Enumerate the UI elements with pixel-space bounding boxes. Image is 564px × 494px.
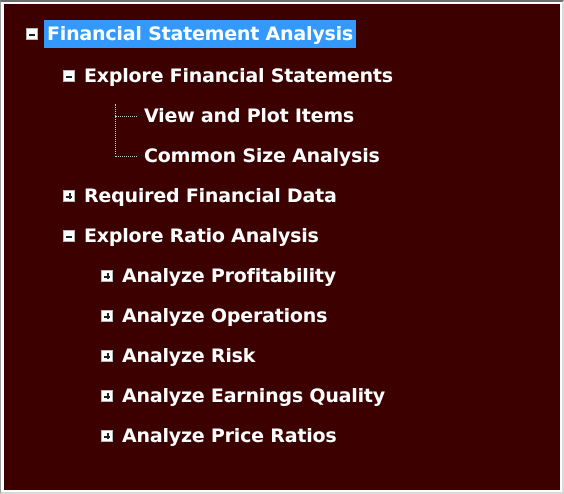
tree-node-analyze-profitability[interactable]: Analyze Profitability	[101, 261, 339, 291]
collapse-icon[interactable]	[63, 70, 75, 82]
expand-icon[interactable]	[101, 390, 113, 402]
tree-node-explore-ratio-analysis[interactable]: Explore Ratio Analysis	[63, 221, 322, 251]
expand-icon[interactable]	[101, 270, 113, 282]
tree-view[interactable]: Financial Statement Analysis Explore Fin…	[4, 4, 560, 490]
tree-node-analyze-operations[interactable]: Analyze Operations	[101, 301, 330, 331]
tree-node-label[interactable]: View and Plot Items	[141, 102, 357, 130]
collapse-icon[interactable]	[63, 230, 75, 242]
tree-node-label[interactable]: Analyze Operations	[119, 302, 330, 330]
tree-node-explore-financial-statements[interactable]: Explore Financial Statements	[63, 61, 396, 91]
tree-node-label[interactable]: Required Financial Data	[81, 182, 340, 210]
tree-node-financial-statement-analysis[interactable]: Financial Statement Analysis	[26, 19, 357, 49]
tree-connector	[115, 155, 137, 157]
tree-node-view-and-plot-items[interactable]: View and Plot Items	[115, 101, 357, 131]
tree-node-label[interactable]: Financial Statement Analysis	[44, 20, 357, 48]
expand-icon[interactable]	[63, 190, 75, 202]
expand-icon[interactable]	[101, 430, 113, 442]
tree-node-label[interactable]: Common Size Analysis	[141, 142, 383, 170]
expand-icon[interactable]	[101, 310, 113, 322]
tree-node-required-financial-data[interactable]: Required Financial Data	[63, 181, 340, 211]
collapse-icon[interactable]	[26, 28, 38, 40]
tree-node-common-size-analysis[interactable]: Common Size Analysis	[115, 141, 383, 171]
tree-node-label[interactable]: Analyze Risk	[119, 342, 258, 370]
tree-node-label[interactable]: Explore Ratio Analysis	[81, 222, 322, 250]
tree-node-analyze-price-ratios[interactable]: Analyze Price Ratios	[101, 421, 340, 451]
tree-node-label[interactable]: Explore Financial Statements	[81, 62, 396, 90]
tree-node-label[interactable]: Analyze Earnings Quality	[119, 382, 388, 410]
tree-node-analyze-risk[interactable]: Analyze Risk	[101, 341, 258, 371]
tree-node-label[interactable]: Analyze Price Ratios	[119, 422, 340, 450]
expand-icon[interactable]	[101, 350, 113, 362]
tree-node-label[interactable]: Analyze Profitability	[119, 262, 339, 290]
tree-connector	[115, 115, 137, 117]
tree-node-analyze-earnings-quality[interactable]: Analyze Earnings Quality	[101, 381, 388, 411]
tree-view-frame: Financial Statement Analysis Explore Fin…	[0, 0, 564, 494]
